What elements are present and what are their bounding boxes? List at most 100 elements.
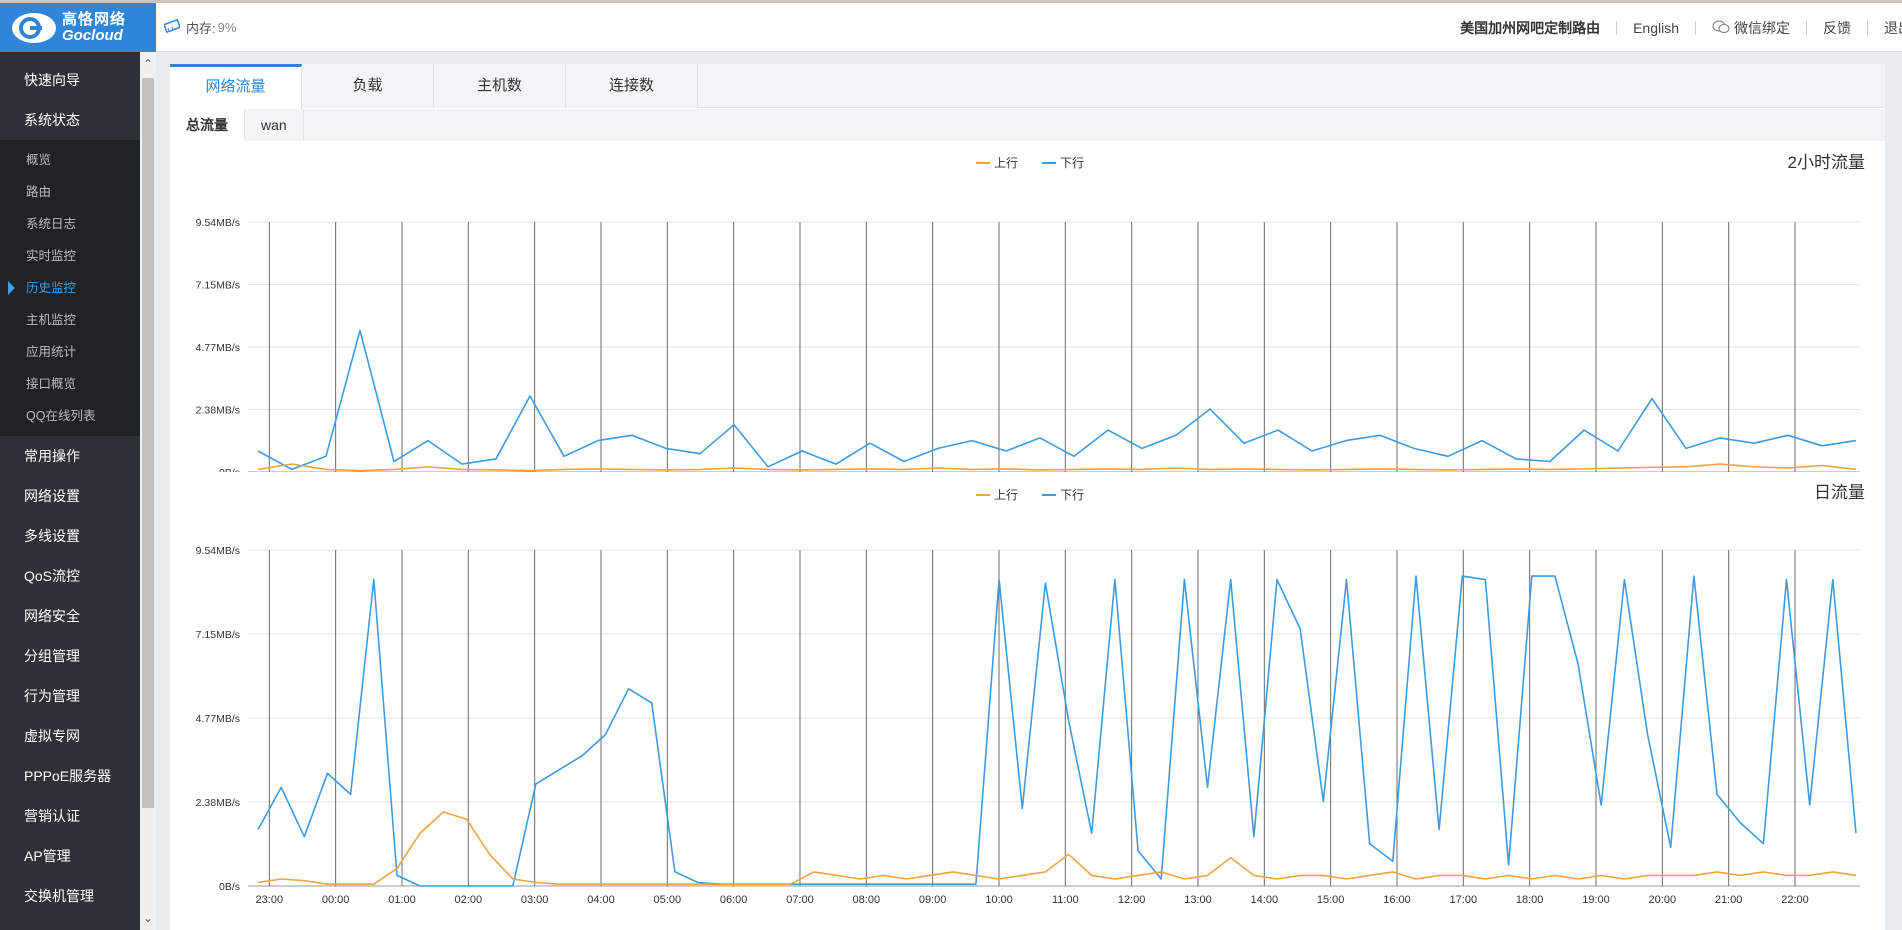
tab-load[interactable]: 负载 [302, 64, 434, 108]
memory-indicator: 内存: 9% [163, 18, 237, 37]
sidebar-item-security[interactable]: 网络安全 [0, 596, 156, 636]
sidebar-subitem-realtime-monitor[interactable]: 实时监控 [0, 240, 156, 272]
scroll-down-icon[interactable]: ⌄ [140, 910, 156, 926]
download-series-line [257, 575, 1857, 887]
x-tick-label: 00:00 [322, 894, 350, 906]
x-tick-label: 20:00 [1649, 894, 1677, 906]
router-admin-app: 高恪网络 Gocloud 内存: 9% 美国加州网吧定制路由 English 微… [0, 0, 1902, 930]
x-tick-label: 11:00 [1052, 894, 1079, 906]
tab-connection-count[interactable]: 连接数 [566, 64, 698, 108]
y-tick-label: 0B/s [219, 881, 240, 893]
sidebar-item-qos[interactable]: QoS流控 [0, 556, 156, 596]
sidebar-item-groups[interactable]: 分组管理 [0, 636, 156, 676]
memory-value: 9% [217, 20, 237, 35]
subtab-total-traffic[interactable]: 总流量 [170, 109, 245, 141]
y-tick-label: 2.38MB/s [196, 405, 240, 417]
x-tick-label: 03:00 [521, 894, 549, 906]
divider [1695, 21, 1696, 35]
y-tick-label: 9.54MB/s [196, 545, 240, 557]
logout-link[interactable]: 退出 [1884, 18, 1902, 38]
brand-text: 高恪网络 Gocloud [62, 10, 127, 44]
sidebar-item-quick-guide[interactable]: 快速向导 [0, 60, 156, 100]
brand-cn: 高恪网络 [62, 10, 127, 28]
x-tick-label: 10:00 [985, 894, 1013, 906]
main-tabs: 网络流量 负载 主机数 连接数 [170, 64, 1885, 109]
divider [1867, 21, 1868, 35]
sidebar-item-switch[interactable]: 交换机管理 [0, 876, 156, 916]
sidebar-item-multiline[interactable]: 多线设置 [0, 516, 156, 556]
english-link[interactable]: English [1633, 20, 1679, 36]
top-header: 高恪网络 Gocloud 内存: 9% 美国加州网吧定制路由 English 微… [0, 0, 1902, 52]
sub-tabs: 总流量 wan [170, 109, 1885, 141]
sidebar-scrollbar[interactable]: ⌃ ⌄ [140, 52, 156, 930]
sidebar-subitem-host-monitor[interactable]: 主机监控 [0, 304, 156, 336]
sidebar-item-system-status[interactable]: 系统状态 [0, 100, 156, 140]
sidebar-item-ap[interactable]: AP管理 [0, 836, 156, 876]
x-tick-label: 14:00 [1251, 894, 1279, 906]
y-tick-label: 4.77MB/s [196, 342, 240, 354]
memory-label: 内存: [186, 21, 216, 36]
upload-series-line [257, 811, 1857, 885]
sidebar-item-marketing-auth[interactable]: 营销认证 [0, 796, 156, 836]
x-tick-label: 01:00 [388, 894, 416, 906]
sidebar-subitem-qq-online[interactable]: QQ在线列表 [0, 400, 156, 432]
sidebar-subitem-overview[interactable]: 概览 [0, 144, 156, 176]
scrollbar-thumb[interactable] [142, 78, 154, 808]
y-tick-label: 2.38MB/s [196, 797, 240, 809]
divider [1806, 21, 1807, 35]
x-tick-label: 13:00 [1184, 894, 1212, 906]
wechat-bind-label: 微信绑定 [1734, 20, 1790, 36]
system-status-submenu: 概览 路由 系统日志 实时监控 历史监控 主机监控 应用统计 接口概览 QQ在线… [0, 140, 156, 436]
sidebar-item-network-settings[interactable]: 网络设置 [0, 476, 156, 516]
y-tick-label: 7.15MB/s [196, 280, 240, 292]
sidebar-item-vpn[interactable]: 虚拟专网 [0, 716, 156, 756]
logo[interactable]: 高恪网络 Gocloud [0, 3, 156, 52]
sidebar-item-behavior[interactable]: 行为管理 [0, 676, 156, 716]
x-tick-label: 02:00 [455, 894, 483, 906]
content-panel: 网络流量 负载 主机数 连接数 总流量 wan 上行 下行 2小时流量 0B/s… [170, 64, 1885, 930]
memory-icon [163, 18, 181, 36]
sidebar: 快速向导 系统状态 概览 路由 系统日志 实时监控 历史监控 主机监控 应用统计… [0, 52, 156, 930]
sidebar-subitem-app-stats[interactable]: 应用统计 [0, 336, 156, 368]
sidebar-item-common-ops[interactable]: 常用操作 [0, 436, 156, 476]
feedback-link[interactable]: 反馈 [1823, 18, 1851, 38]
tab-host-count[interactable]: 主机数 [434, 64, 566, 108]
x-tick-label: 15:00 [1317, 894, 1345, 906]
x-tick-label: 09:00 [919, 894, 947, 906]
header-links: 美国加州网吧定制路由 English 微信绑定 反馈 退出 [1460, 18, 1902, 38]
y-tick-label: 7.15MB/s [196, 629, 240, 641]
wechat-bind-link[interactable]: 微信绑定 [1712, 18, 1790, 38]
scroll-up-icon[interactable]: ⌃ [140, 56, 156, 72]
x-tick-label: 04:00 [587, 894, 615, 906]
subtab-wan[interactable]: wan [245, 109, 304, 141]
chart-2h-traffic: 0B/s2.38MB/s4.77MB/s7.15MB/s9.54MB/s20:4… [196, 217, 1860, 472]
divider [1616, 21, 1618, 35]
sidebar-subitem-system-log[interactable]: 系统日志 [0, 208, 156, 240]
download-series-line [257, 329, 1857, 471]
x-tick-label: 06:00 [720, 894, 748, 906]
x-tick-label: 07:00 [786, 894, 814, 906]
x-tick-label: 17:00 [1450, 894, 1478, 906]
chart-daily-traffic: 0B/s 2.38MB/s 4.77MB/s 7.15MB/s 9.54MB/s 23:0… [196, 545, 1860, 906]
device-name-link[interactable]: 美国加州网吧定制路由 [1460, 18, 1600, 38]
chart-area: 上行 下行 2小时流量 0B/s2.38MB/s4.77MB/s7.15MB/s… [170, 142, 1885, 930]
x-tick-label: 16:00 [1383, 894, 1411, 906]
x-tick-label: 08:00 [853, 894, 881, 906]
wechat-icon [1712, 20, 1730, 37]
x-tick-label: 18:00 [1516, 894, 1544, 906]
x-tick-label: 23:00 [256, 894, 284, 906]
sidebar-item-pppoe[interactable]: PPPoE服务器 [0, 756, 156, 796]
x-tick-label: 05:00 [654, 894, 682, 906]
tab-network-traffic[interactable]: 网络流量 [170, 64, 302, 109]
sidebar-subitem-history-monitor[interactable]: 历史监控 [0, 272, 156, 304]
sidebar-subitem-route[interactable]: 路由 [0, 176, 156, 208]
x-tick-label: 12:00 [1118, 894, 1146, 906]
upload-series-line [257, 463, 1857, 472]
y-tick-label: 9.54MB/s [196, 217, 240, 229]
window-top-border [0, 0, 1902, 3]
gocloud-logo-icon [10, 10, 58, 46]
y-tick-label: 4.77MB/s [196, 713, 240, 725]
x-tick-label: 19:00 [1582, 894, 1610, 906]
sidebar-subitem-interface-overview[interactable]: 接口概览 [0, 368, 156, 400]
x-tick-label: 22:00 [1781, 894, 1809, 906]
